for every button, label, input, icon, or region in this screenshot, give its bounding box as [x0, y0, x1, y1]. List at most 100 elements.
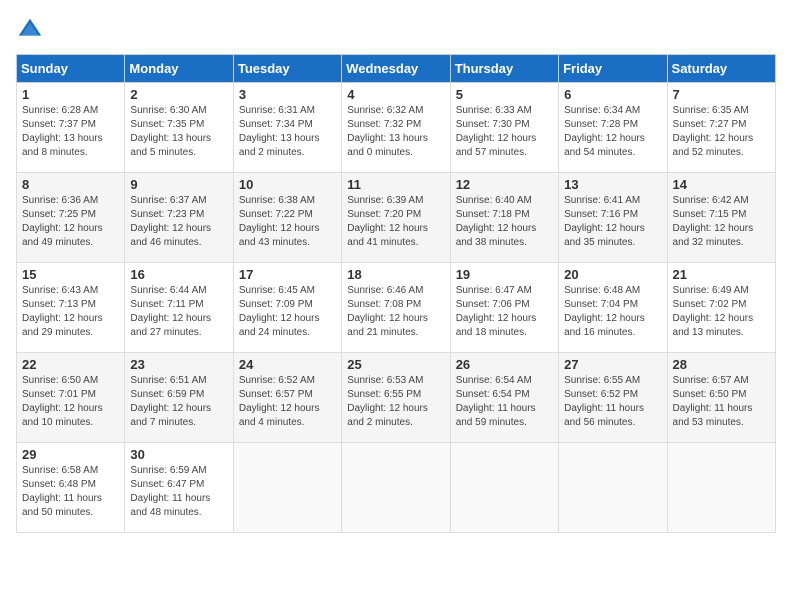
day-number: 18	[347, 267, 444, 282]
day-number: 16	[130, 267, 227, 282]
calendar-cell	[559, 443, 667, 533]
col-header-wednesday: Wednesday	[342, 55, 450, 83]
calendar-cell: 25 Sunrise: 6:53 AMSunset: 6:55 PMDayligh…	[342, 353, 450, 443]
day-detail: Sunrise: 6:58 AMSunset: 6:48 PMDaylight:…	[22, 464, 119, 520]
day-number: 9	[130, 177, 227, 192]
calendar-cell: 3 Sunrise: 6:31 AMSunset: 7:34 PMDaylight…	[233, 83, 341, 173]
col-header-monday: Monday	[125, 55, 233, 83]
day-detail: Sunrise: 6:32 AMSunset: 7:32 PMDaylight:…	[347, 104, 444, 160]
day-number: 17	[239, 267, 336, 282]
calendar-week-row: 8 Sunrise: 6:36 AMSunset: 7:25 PMDaylight…	[17, 173, 776, 263]
day-detail: Sunrise: 6:42 AMSunset: 7:15 PMDaylight:…	[673, 194, 770, 250]
day-detail: Sunrise: 6:37 AMSunset: 7:23 PMDaylight:…	[130, 194, 227, 250]
calendar-cell: 17 Sunrise: 6:45 AMSunset: 7:09 PMDayligh…	[233, 263, 341, 353]
day-detail: Sunrise: 6:41 AMSunset: 7:16 PMDaylight:…	[564, 194, 661, 250]
calendar-cell: 30 Sunrise: 6:59 AMSunset: 6:47 PMDayligh…	[125, 443, 233, 533]
day-number: 24	[239, 357, 336, 372]
calendar-cell: 23 Sunrise: 6:51 AMSunset: 6:59 PMDayligh…	[125, 353, 233, 443]
calendar-cell: 28 Sunrise: 6:57 AMSunset: 6:50 PMDayligh…	[667, 353, 775, 443]
calendar-week-row: 15Sunrise: 6:43 AMSunset: 7:13 PMDayligh…	[17, 263, 776, 353]
day-detail: Sunrise: 6:53 AMSunset: 6:55 PMDaylight:…	[347, 374, 444, 430]
day-detail: Sunrise: 6:39 AMSunset: 7:20 PMDaylight:…	[347, 194, 444, 250]
day-detail: Sunrise: 6:55 AMSunset: 6:52 PMDaylight:…	[564, 374, 661, 430]
calendar-week-row: 29 Sunrise: 6:58 AMSunset: 6:48 PMDayligh…	[17, 443, 776, 533]
calendar-cell: 20 Sunrise: 6:48 AMSunset: 7:04 PMDayligh…	[559, 263, 667, 353]
calendar-cell	[667, 443, 775, 533]
calendar-cell: 29 Sunrise: 6:58 AMSunset: 6:48 PMDayligh…	[17, 443, 125, 533]
calendar-cell: 21 Sunrise: 6:49 AMSunset: 7:02 PMDayligh…	[667, 263, 775, 353]
calendar-week-row: 22 Sunrise: 6:50 AMSunset: 7:01 PMDayligh…	[17, 353, 776, 443]
col-header-sunday: Sunday	[17, 55, 125, 83]
day-number: 20	[564, 267, 661, 282]
day-detail: Sunrise: 6:45 AMSunset: 7:09 PMDaylight:…	[239, 284, 336, 340]
logo-icon	[16, 16, 44, 44]
day-detail: Sunrise: 6:35 AMSunset: 7:27 PMDaylight:…	[673, 104, 770, 160]
calendar-cell: 22 Sunrise: 6:50 AMSunset: 7:01 PMDayligh…	[17, 353, 125, 443]
day-number: 10	[239, 177, 336, 192]
calendar-cell: 2 Sunrise: 6:30 AMSunset: 7:35 PMDaylight…	[125, 83, 233, 173]
calendar-cell: 11 Sunrise: 6:39 AMSunset: 7:20 PMDayligh…	[342, 173, 450, 263]
day-number: 11	[347, 177, 444, 192]
calendar-cell: 26 Sunrise: 6:54 AMSunset: 6:54 PMDayligh…	[450, 353, 558, 443]
day-number: 26	[456, 357, 553, 372]
calendar-header-row: SundayMondayTuesdayWednesdayThursdayFrid…	[17, 55, 776, 83]
day-number: 8	[22, 177, 119, 192]
day-number: 12	[456, 177, 553, 192]
day-detail: Sunrise: 6:38 AMSunset: 7:22 PMDaylight:…	[239, 194, 336, 250]
logo	[16, 16, 48, 44]
calendar-cell	[233, 443, 341, 533]
calendar-cell: 5Sunrise: 6:33 AMSunset: 7:30 PMDaylight…	[450, 83, 558, 173]
calendar-cell: 1 Sunrise: 6:28 AMSunset: 7:37 PMDaylight…	[17, 83, 125, 173]
calendar-cell: 10 Sunrise: 6:38 AMSunset: 7:22 PMDayligh…	[233, 173, 341, 263]
calendar-cell: 15Sunrise: 6:43 AMSunset: 7:13 PMDayligh…	[17, 263, 125, 353]
day-number: 13	[564, 177, 661, 192]
day-number: 23	[130, 357, 227, 372]
day-detail: Sunrise: 6:54 AMSunset: 6:54 PMDaylight:…	[456, 374, 553, 430]
day-number: 2	[130, 87, 227, 102]
calendar-cell: 19Sunrise: 6:47 AMSunset: 7:06 PMDayligh…	[450, 263, 558, 353]
day-detail: Sunrise: 6:30 AMSunset: 7:35 PMDaylight:…	[130, 104, 227, 160]
page-header	[16, 16, 776, 44]
day-number: 28	[673, 357, 770, 372]
col-header-tuesday: Tuesday	[233, 55, 341, 83]
day-number: 21	[673, 267, 770, 282]
day-number: 1	[22, 87, 119, 102]
day-detail: Sunrise: 6:44 AMSunset: 7:11 PMDaylight:…	[130, 284, 227, 340]
day-number: 27	[564, 357, 661, 372]
day-detail: Sunrise: 6:59 AMSunset: 6:47 PMDaylight:…	[130, 464, 227, 520]
day-number: 6	[564, 87, 661, 102]
day-detail: Sunrise: 6:28 AMSunset: 7:37 PMDaylight:…	[22, 104, 119, 160]
day-number: 4	[347, 87, 444, 102]
calendar-cell: 4 Sunrise: 6:32 AMSunset: 7:32 PMDaylight…	[342, 83, 450, 173]
day-detail: Sunrise: 6:50 AMSunset: 7:01 PMDaylight:…	[22, 374, 119, 430]
day-number: 19	[456, 267, 553, 282]
day-number: 7	[673, 87, 770, 102]
calendar-cell	[450, 443, 558, 533]
calendar-cell: 9 Sunrise: 6:37 AMSunset: 7:23 PMDaylight…	[125, 173, 233, 263]
day-detail: Sunrise: 6:57 AMSunset: 6:50 PMDaylight:…	[673, 374, 770, 430]
day-detail: Sunrise: 6:36 AMSunset: 7:25 PMDaylight:…	[22, 194, 119, 250]
calendar-cell: 7 Sunrise: 6:35 AMSunset: 7:27 PMDaylight…	[667, 83, 775, 173]
calendar-cell: 6Sunrise: 6:34 AMSunset: 7:28 PMDaylight…	[559, 83, 667, 173]
day-detail: Sunrise: 6:31 AMSunset: 7:34 PMDaylight:…	[239, 104, 336, 160]
day-number: 25	[347, 357, 444, 372]
col-header-saturday: Saturday	[667, 55, 775, 83]
day-detail: Sunrise: 6:49 AMSunset: 7:02 PMDaylight:…	[673, 284, 770, 340]
calendar-cell: 14 Sunrise: 6:42 AMSunset: 7:15 PMDayligh…	[667, 173, 775, 263]
day-number: 22	[22, 357, 119, 372]
day-number: 29	[22, 447, 119, 462]
day-detail: Sunrise: 6:43 AMSunset: 7:13 PMDaylight:…	[22, 284, 119, 340]
calendar-cell: 16 Sunrise: 6:44 AMSunset: 7:11 PMDayligh…	[125, 263, 233, 353]
day-number: 14	[673, 177, 770, 192]
calendar-cell: 18Sunrise: 6:46 AMSunset: 7:08 PMDayligh…	[342, 263, 450, 353]
day-detail: Sunrise: 6:51 AMSunset: 6:59 PMDaylight:…	[130, 374, 227, 430]
calendar-week-row: 1 Sunrise: 6:28 AMSunset: 7:37 PMDaylight…	[17, 83, 776, 173]
day-detail: Sunrise: 6:33 AMSunset: 7:30 PMDaylight:…	[456, 104, 553, 160]
calendar-cell: 12Sunrise: 6:40 AMSunset: 7:18 PMDayligh…	[450, 173, 558, 263]
day-number: 3	[239, 87, 336, 102]
calendar-cell: 8 Sunrise: 6:36 AMSunset: 7:25 PMDaylight…	[17, 173, 125, 263]
day-detail: Sunrise: 6:52 AMSunset: 6:57 PMDaylight:…	[239, 374, 336, 430]
day-detail: Sunrise: 6:48 AMSunset: 7:04 PMDaylight:…	[564, 284, 661, 340]
calendar-cell: 27 Sunrise: 6:55 AMSunset: 6:52 PMDayligh…	[559, 353, 667, 443]
day-number: 30	[130, 447, 227, 462]
